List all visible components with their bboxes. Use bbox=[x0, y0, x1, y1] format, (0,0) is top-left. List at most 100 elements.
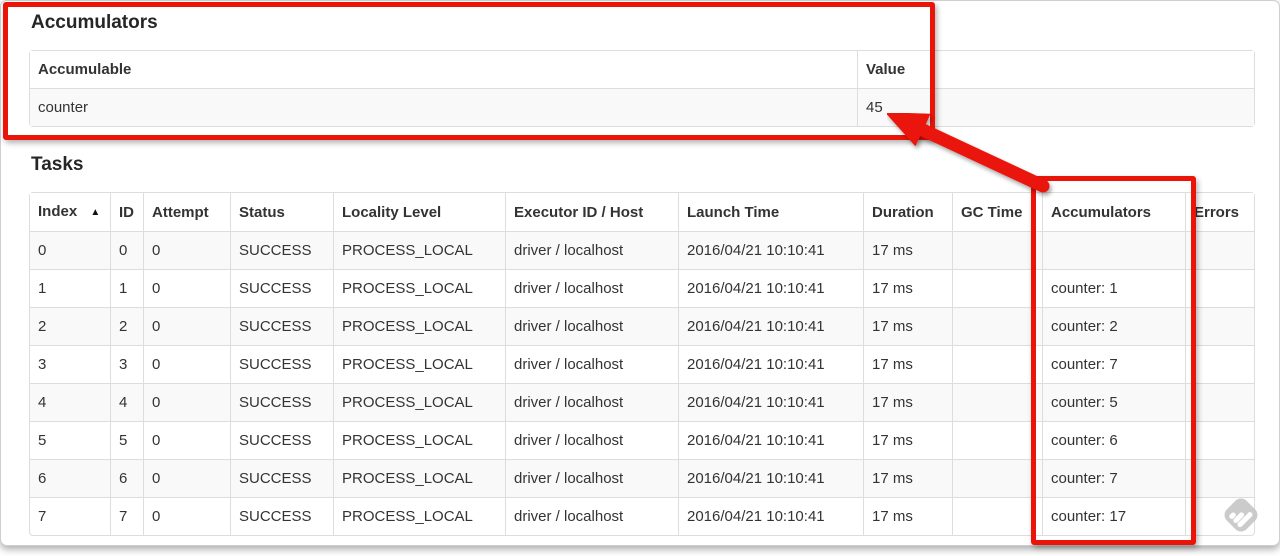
table-header-row: Index ▲ ID Attempt Status Locality Level… bbox=[30, 193, 1254, 231]
accumulators-table: Accumulable Value counter 45 bbox=[29, 50, 1255, 127]
cell-value: 45 bbox=[857, 88, 1254, 126]
cell-status: SUCCESS bbox=[230, 383, 333, 421]
cell-executor: driver / localhost bbox=[505, 497, 678, 535]
table-row: 3 3 0 SUCCESS PROCESS_LOCAL driver / localhos… bbox=[30, 345, 1254, 383]
cell-executor: driver / localhost bbox=[505, 421, 678, 459]
cell-accumulable: counter bbox=[30, 88, 857, 126]
col-header-index[interactable]: Index ▲ bbox=[30, 193, 110, 231]
cell-index: 2 bbox=[30, 307, 110, 345]
cell-executor: driver / localhost bbox=[505, 307, 678, 345]
cell-status: SUCCESS bbox=[230, 307, 333, 345]
col-header-status[interactable]: Status bbox=[230, 193, 333, 231]
watermark-stamp-icon bbox=[1224, 498, 1258, 532]
cell-accumulators: counter: 1 bbox=[1042, 269, 1185, 307]
cell-launch: 2016/04/21 10:10:41 bbox=[678, 231, 863, 269]
table-row: 4 4 0 SUCCESS PROCESS_LOCAL driver / localhos… bbox=[30, 383, 1254, 421]
tasks-table: Index ▲ ID Attempt Status Locality Level… bbox=[29, 192, 1255, 536]
browser-page: Accumulators Accumulable Value counter 45… bbox=[0, 0, 1280, 546]
cell-executor: driver / localhost bbox=[505, 269, 678, 307]
cell-duration: 17 ms bbox=[863, 307, 952, 345]
cell-index: 1 bbox=[30, 269, 110, 307]
cell-duration: 17 ms bbox=[863, 383, 952, 421]
col-header-accumulators[interactable]: Accumulators bbox=[1042, 193, 1185, 231]
cell-id: 1 bbox=[110, 269, 143, 307]
cell-errors bbox=[1185, 307, 1254, 345]
cell-status: SUCCESS bbox=[230, 459, 333, 497]
cell-launch: 2016/04/21 10:10:41 bbox=[678, 307, 863, 345]
cell-id: 3 bbox=[110, 345, 143, 383]
cell-locality: PROCESS_LOCAL bbox=[333, 459, 505, 497]
cell-duration: 17 ms bbox=[863, 231, 952, 269]
col-header-attempt[interactable]: Attempt bbox=[143, 193, 230, 231]
cell-errors bbox=[1185, 459, 1254, 497]
cell-locality: PROCESS_LOCAL bbox=[333, 497, 505, 535]
cell-id: 6 bbox=[110, 459, 143, 497]
cell-id: 2 bbox=[110, 307, 143, 345]
cell-errors bbox=[1185, 421, 1254, 459]
cell-duration: 17 ms bbox=[863, 497, 952, 535]
cell-launch: 2016/04/21 10:10:41 bbox=[678, 421, 863, 459]
cell-attempt: 0 bbox=[143, 383, 230, 421]
cell-id: 7 bbox=[110, 497, 143, 535]
table-row: 0 0 0 SUCCESS PROCESS_LOCAL driver / localhos… bbox=[30, 231, 1254, 269]
cell-locality: PROCESS_LOCAL bbox=[333, 269, 505, 307]
cell-index: 6 bbox=[30, 459, 110, 497]
cell-launch: 2016/04/21 10:10:41 bbox=[678, 383, 863, 421]
cell-index: 0 bbox=[30, 231, 110, 269]
accumulators-section-title: Accumulators bbox=[31, 12, 158, 33]
cell-accumulators: counter: 2 bbox=[1042, 307, 1185, 345]
cell-status: SUCCESS bbox=[230, 497, 333, 535]
cell-duration: 17 ms bbox=[863, 421, 952, 459]
col-header-value[interactable]: Value bbox=[857, 51, 1254, 88]
table-row: 6 6 0 SUCCESS PROCESS_LOCAL driver / localhos… bbox=[30, 459, 1254, 497]
cell-launch: 2016/04/21 10:10:41 bbox=[678, 269, 863, 307]
cell-errors bbox=[1185, 269, 1254, 307]
table-row: 1 1 0 SUCCESS PROCESS_LOCAL driver / localhos… bbox=[30, 269, 1254, 307]
cell-locality: PROCESS_LOCAL bbox=[333, 345, 505, 383]
cell-duration: 17 ms bbox=[863, 269, 952, 307]
cell-attempt: 0 bbox=[143, 231, 230, 269]
col-header-gc-time[interactable]: GC Time bbox=[952, 193, 1042, 231]
cell-launch: 2016/04/21 10:10:41 bbox=[678, 497, 863, 535]
cell-status: SUCCESS bbox=[230, 421, 333, 459]
col-header-launch-time[interactable]: Launch Time bbox=[678, 193, 863, 231]
cell-errors bbox=[1185, 231, 1254, 269]
cell-gc bbox=[952, 307, 1042, 345]
cell-accumulators: counter: 6 bbox=[1042, 421, 1185, 459]
cell-executor: driver / localhost bbox=[505, 345, 678, 383]
cell-gc bbox=[952, 421, 1042, 459]
cell-index: 7 bbox=[30, 497, 110, 535]
cell-index: 3 bbox=[30, 345, 110, 383]
cell-gc bbox=[952, 383, 1042, 421]
cell-errors bbox=[1185, 345, 1254, 383]
col-header-id[interactable]: ID bbox=[110, 193, 143, 231]
table-row: 7 7 0 SUCCESS PROCESS_LOCAL driver / localhos… bbox=[30, 497, 1254, 535]
cell-gc bbox=[952, 497, 1042, 535]
cell-status: SUCCESS bbox=[230, 345, 333, 383]
col-header-locality-level[interactable]: Locality Level bbox=[333, 193, 505, 231]
cell-duration: 17 ms bbox=[863, 459, 952, 497]
cell-locality: PROCESS_LOCAL bbox=[333, 383, 505, 421]
cell-gc bbox=[952, 231, 1042, 269]
cell-index: 5 bbox=[30, 421, 110, 459]
col-header-executor-id-host[interactable]: Executor ID / Host bbox=[505, 193, 678, 231]
cell-accumulators: counter: 7 bbox=[1042, 345, 1185, 383]
cell-accumulators: counter: 7 bbox=[1042, 459, 1185, 497]
cell-status: SUCCESS bbox=[230, 231, 333, 269]
cell-launch: 2016/04/21 10:10:41 bbox=[678, 459, 863, 497]
cell-id: 0 bbox=[110, 231, 143, 269]
col-header-duration[interactable]: Duration bbox=[863, 193, 952, 231]
cell-executor: driver / localhost bbox=[505, 383, 678, 421]
cell-attempt: 0 bbox=[143, 307, 230, 345]
table-row: 5 5 0 SUCCESS PROCESS_LOCAL driver / localhos… bbox=[30, 421, 1254, 459]
cell-errors bbox=[1185, 383, 1254, 421]
col-header-errors[interactable]: Errors bbox=[1185, 193, 1254, 231]
tasks-section-title: Tasks bbox=[31, 154, 84, 175]
cell-accumulators: counter: 5 bbox=[1042, 383, 1185, 421]
cell-locality: PROCESS_LOCAL bbox=[333, 421, 505, 459]
cell-locality: PROCESS_LOCAL bbox=[333, 307, 505, 345]
col-header-accumulable[interactable]: Accumulable bbox=[30, 51, 857, 88]
cell-attempt: 0 bbox=[143, 345, 230, 383]
cell-gc bbox=[952, 459, 1042, 497]
cell-attempt: 0 bbox=[143, 421, 230, 459]
